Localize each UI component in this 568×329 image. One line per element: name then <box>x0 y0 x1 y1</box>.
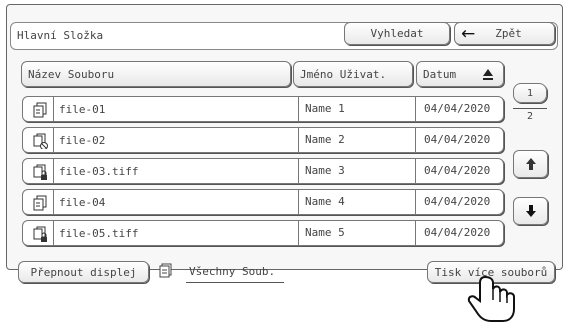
file-date: 04/04/2020 <box>415 128 490 152</box>
file-date: 04/04/2020 <box>415 190 490 214</box>
file-name: file-01 <box>59 103 106 116</box>
file-date: 04/04/2020 <box>415 221 490 245</box>
current-page: 1 <box>526 87 534 99</box>
file-name: file-02 <box>59 134 106 147</box>
page-separator <box>513 108 547 109</box>
column-header-filename-label: Název Souboru <box>28 67 115 81</box>
down-arrow-icon <box>525 204 536 218</box>
all-files-icon <box>158 263 174 279</box>
file-user: Name 2 <box>298 128 415 152</box>
file-row[interactable]: file-01 Name 1 04/04/2020 <box>22 96 504 122</box>
document-locked-icon <box>33 226 47 242</box>
up-arrow-icon <box>525 158 536 170</box>
file-name: file-05.tiff <box>59 227 139 240</box>
column-header-username-label: Jméno Uživat. <box>300 67 387 81</box>
scroll-down-button[interactable] <box>513 197 548 225</box>
file-user: Name 4 <box>298 190 415 214</box>
left-arrow-icon: ← <box>461 23 476 44</box>
file-user: Name 3 <box>298 159 415 183</box>
file-name: file-04 <box>59 196 106 209</box>
document-locked-icon <box>33 164 47 180</box>
file-date: 04/04/2020 <box>415 97 490 121</box>
back-button[interactable]: ← Zpět <box>454 22 555 45</box>
column-header-filename[interactable]: Název Souboru <box>21 61 291 87</box>
column-header-date[interactable]: Datum <box>416 61 504 87</box>
file-user: Name 1 <box>298 97 415 121</box>
document-prohibited-icon <box>33 133 48 149</box>
page-indicator: 1 <box>513 83 547 103</box>
switch-display-button[interactable]: Přepnout displej <box>18 261 149 283</box>
file-row[interactable]: file-02 Name 2 04/04/2020 <box>22 127 504 153</box>
hand-pointer-icon <box>467 275 515 322</box>
column-header-date-label: Datum <box>423 67 457 81</box>
file-date: 04/04/2020 <box>415 159 490 183</box>
document-icon <box>33 195 47 211</box>
back-button-label: Zpět <box>495 27 522 40</box>
column-header-username[interactable]: Jméno Uživat. <box>293 61 413 87</box>
search-button-label: Vyhledat <box>370 27 424 40</box>
file-name: file-03.tiff <box>59 165 139 178</box>
file-user: Name 5 <box>298 221 415 245</box>
document-icon <box>33 102 47 118</box>
file-row[interactable]: file-05.tiff Name 5 04/04/2020 <box>22 220 504 246</box>
total-pages: 2 <box>527 111 534 122</box>
view-mode-underline <box>186 282 284 283</box>
sort-ascending-icon <box>483 68 493 80</box>
file-row[interactable]: file-04 Name 4 04/04/2020 <box>22 189 504 215</box>
icon-separator <box>53 190 54 214</box>
file-row[interactable]: file-03.tiff Name 3 04/04/2020 <box>22 158 504 184</box>
icon-separator <box>53 97 54 121</box>
search-button[interactable]: Vyhledat <box>344 22 450 45</box>
view-mode-label: Všechny Soub. <box>189 265 276 278</box>
icon-separator <box>53 221 54 245</box>
scroll-up-button[interactable] <box>513 150 548 178</box>
icon-separator <box>53 159 54 183</box>
folder-title: Hlavní Složka <box>17 29 104 42</box>
switch-display-label: Přepnout displej <box>30 265 137 279</box>
icon-separator <box>53 128 54 152</box>
